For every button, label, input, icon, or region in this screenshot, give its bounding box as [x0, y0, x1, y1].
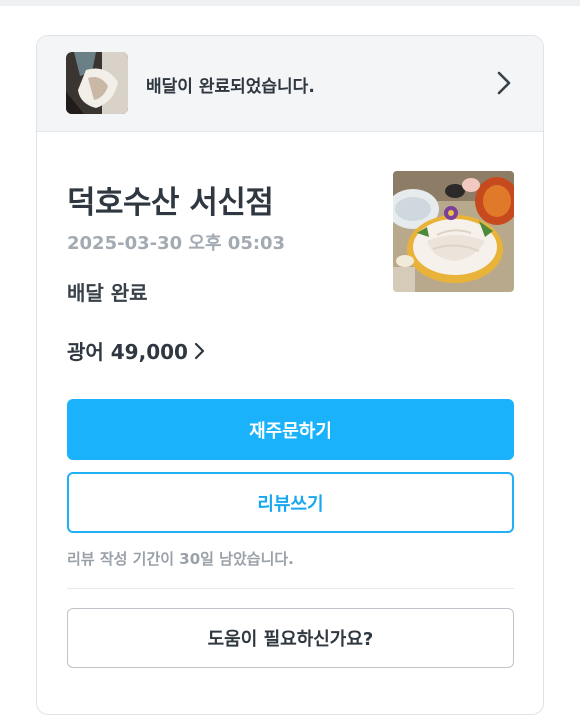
chevron-right-icon: [194, 342, 205, 359]
review-period-note: 리뷰 작성 기간이 30일 남았습니다.: [67, 550, 294, 568]
menu-summary: 광어 49,000: [67, 340, 188, 364]
order-status: 배달 완료: [67, 281, 148, 305]
help-button[interactable]: 도움이 필요하신가요?: [67, 608, 514, 668]
delivery-status-banner[interactable]: 배달이 완료되었습니다.: [37, 36, 543, 132]
delivery-status-message: 배달이 완료되었습니다.: [146, 77, 315, 97]
chevron-right-icon[interactable]: [493, 70, 515, 96]
write-review-button[interactable]: 리뷰쓰기: [67, 472, 514, 533]
store-name[interactable]: 덕호수산 서신점: [67, 177, 274, 222]
order-card: 배달이 완료되었습니다. 덕호수산 서신점 2025-03-30 오후 05:0…: [36, 35, 544, 715]
section-divider: [67, 588, 514, 589]
menu-detail-link[interactable]: 광어 49,000: [67, 336, 206, 365]
store-food-image[interactable]: [393, 171, 514, 292]
reorder-button[interactable]: 재주문하기: [67, 399, 514, 460]
top-divider: [0, 0, 580, 6]
order-date: 2025-03-30 오후 05:03: [67, 233, 286, 254]
delivery-photo-thumbnail[interactable]: [66, 52, 128, 114]
